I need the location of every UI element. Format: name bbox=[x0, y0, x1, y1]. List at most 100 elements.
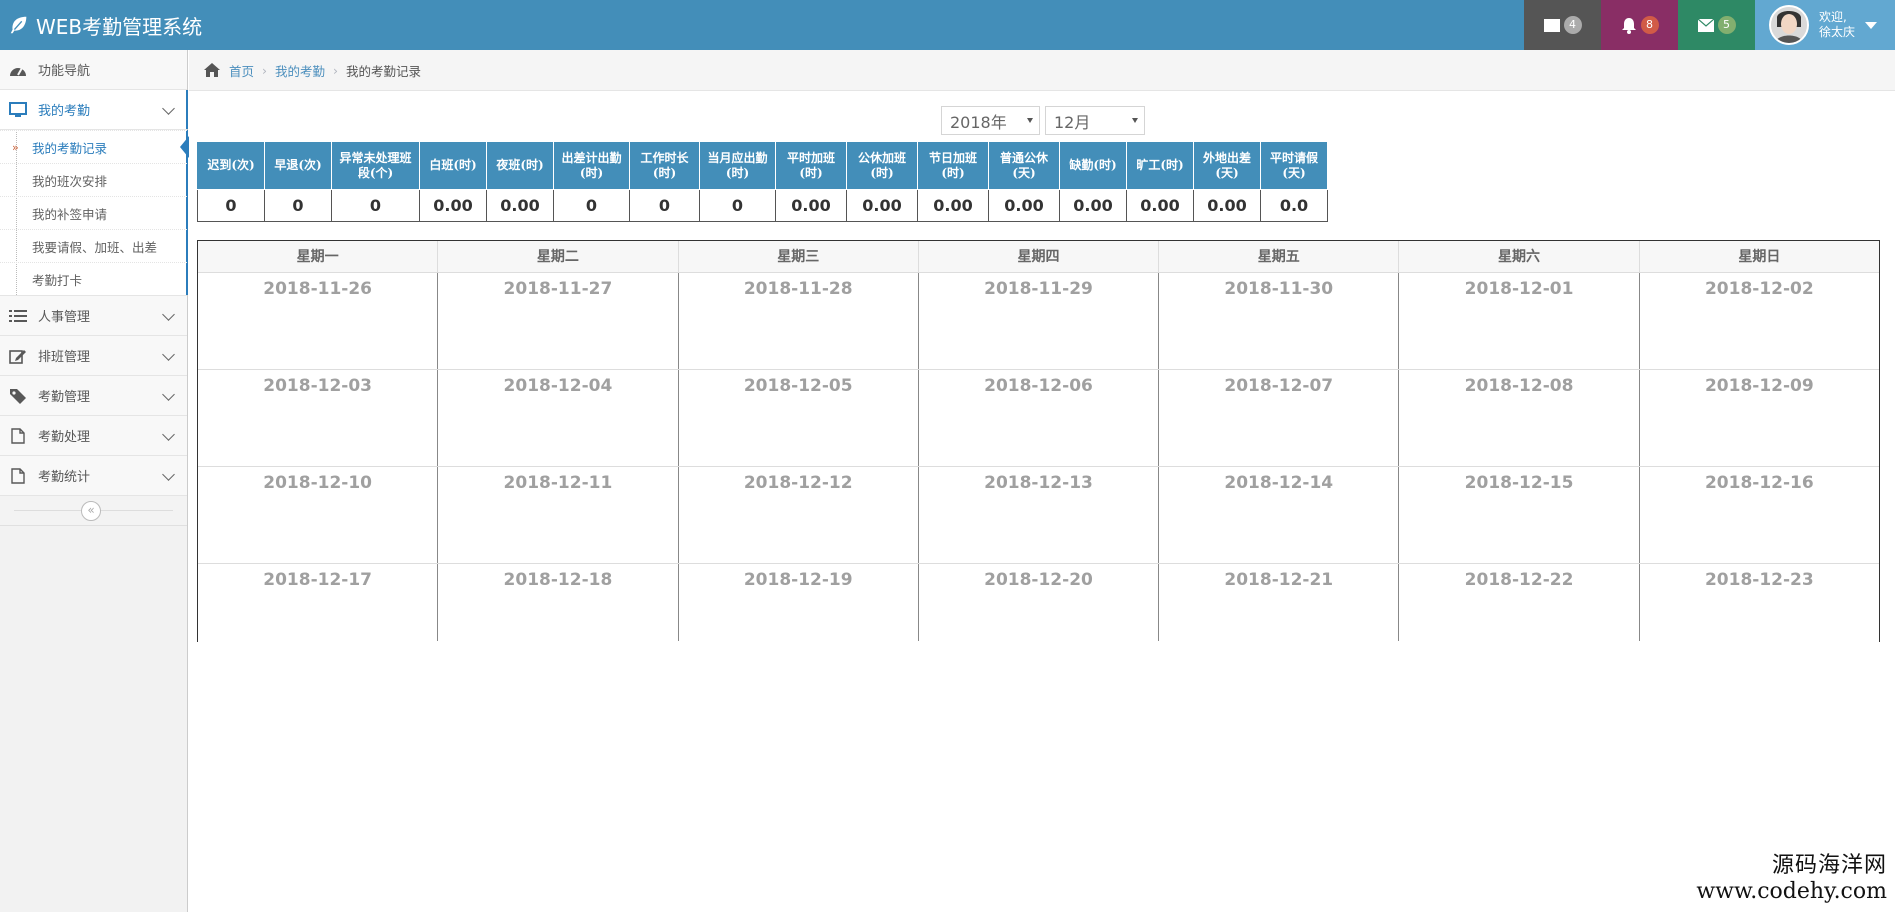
calendar-day-cell[interactable]: 2018-12-03 bbox=[198, 370, 439, 466]
calendar-week-row: 2018-12-03 2018-12-04 2018-12-05 2018-12… bbox=[198, 370, 1879, 467]
sidebar-collapse-row: « bbox=[0, 496, 187, 526]
submenu-item-attendance-record[interactable]: » 我的考勤记录 bbox=[0, 130, 189, 163]
calendar-day-cell[interactable]: 2018-12-06 bbox=[919, 370, 1160, 466]
stats-header: 节日加班(时) bbox=[917, 141, 989, 190]
calendar-day-cell[interactable]: 2018-12-17 bbox=[198, 564, 439, 641]
stats-header: 普通公休(天) bbox=[988, 141, 1060, 190]
weekday-header: 星期一 bbox=[198, 241, 439, 272]
calendar-day-cell[interactable]: 2018-12-16 bbox=[1640, 467, 1879, 563]
brand[interactable]: WEB考勤管理系统 bbox=[8, 8, 202, 42]
calendar-day-cell[interactable]: 2018-12-13 bbox=[919, 467, 1160, 563]
sidebar: 功能导航 我的考勤 » 我的考勤记录 我的班次安排 我的补签申请 我要请假、加班… bbox=[0, 50, 189, 912]
stats-header: 当月应出勤(时) bbox=[699, 141, 776, 190]
calendar-day-cell[interactable]: 2018-12-18 bbox=[438, 564, 679, 641]
breadcrumb-separator: › bbox=[333, 62, 339, 78]
user-info: 欢迎, 徐太庆 bbox=[1819, 10, 1855, 40]
calendar-day-cell[interactable]: 2018-12-11 bbox=[438, 467, 679, 563]
stats-header: 异常未处理班段(个) bbox=[331, 141, 420, 190]
sidebar-item-scheduling[interactable]: 排班管理 bbox=[0, 336, 187, 376]
calendar-day-cell[interactable]: 2018-12-20 bbox=[919, 564, 1160, 641]
weekday-header: 星期六 bbox=[1399, 241, 1640, 272]
calendar-day-cell[interactable]: 2018-11-28 bbox=[679, 273, 919, 369]
sidebar-item-label: 功能导航 bbox=[38, 64, 91, 79]
watermark-name: 源码海洋网 bbox=[1771, 853, 1887, 878]
calendar-day-cell[interactable]: 2018-12-15 bbox=[1399, 467, 1640, 563]
dropdown-arrow-icon bbox=[1027, 118, 1033, 123]
breadcrumb-section-link[interactable]: 我的考勤 bbox=[275, 61, 325, 80]
calendar-day-cell[interactable]: 2018-11-29 bbox=[919, 273, 1160, 369]
stats-value: 0 bbox=[629, 189, 700, 222]
calendar-day-cell[interactable]: 2018-12-10 bbox=[198, 467, 439, 563]
submenu-item-makeup-request[interactable]: 我的补签申请 bbox=[0, 196, 187, 229]
submenu-item-label: 考勤打卡 bbox=[32, 272, 83, 288]
calendar-day-cell[interactable]: 2018-11-26 bbox=[198, 273, 439, 369]
calendar-week-row: 2018-11-26 2018-11-27 2018-11-28 2018-11… bbox=[198, 273, 1879, 370]
calendar-day-cell[interactable]: 2018-12-14 bbox=[1159, 467, 1400, 563]
monitor-icon bbox=[8, 101, 28, 119]
stats-value: 0 bbox=[197, 189, 265, 222]
list-icon bbox=[8, 307, 28, 325]
stats-header-row: 迟到(次) 早退(次) 异常未处理班段(个) 白班(时) 夜班(时) 出差计出勤… bbox=[197, 141, 1328, 190]
calendar-day-cell[interactable]: 2018-12-22 bbox=[1399, 564, 1640, 641]
breadcrumb-home-link[interactable]: 首页 bbox=[229, 61, 254, 80]
calendar-header: 星期一 星期二 星期三 星期四 星期五 星期六 星期日 bbox=[198, 241, 1879, 273]
weekday-header: 星期三 bbox=[679, 241, 919, 272]
tasks-button[interactable]: 4 bbox=[1524, 0, 1601, 50]
breadcrumb-separator: › bbox=[262, 62, 268, 78]
caret-down-icon bbox=[1865, 21, 1878, 29]
home-icon[interactable] bbox=[203, 62, 221, 78]
stats-header: 夜班(时) bbox=[486, 141, 554, 190]
calendar-day-cell[interactable]: 2018-12-05 bbox=[679, 370, 919, 466]
submenu-item-label: 我要请假、加班、出差 bbox=[32, 239, 158, 255]
submenu-item-label: 我的补签申请 bbox=[32, 206, 108, 222]
notifications-button[interactable]: 8 bbox=[1601, 0, 1678, 50]
calendar-day-cell[interactable]: 2018-12-23 bbox=[1640, 564, 1879, 641]
calendar-day-cell[interactable]: 2018-11-27 bbox=[438, 273, 679, 369]
stats-value: 0.00 bbox=[1193, 189, 1261, 222]
sidebar-item-attendance-processing[interactable]: 考勤处理 bbox=[0, 416, 187, 456]
month-select[interactable]: 12月 bbox=[1045, 106, 1145, 135]
dropdown-arrow-icon bbox=[1132, 118, 1138, 123]
sidebar-item-label: 考勤处理 bbox=[38, 430, 91, 445]
sidebar-item-label: 人事管理 bbox=[38, 310, 91, 325]
calendar-day-cell[interactable]: 2018-12-07 bbox=[1159, 370, 1400, 466]
calendar-day-cell[interactable]: 2018-12-01 bbox=[1399, 273, 1640, 369]
mail-badge: 5 bbox=[1717, 16, 1736, 34]
year-select[interactable]: 2018年 bbox=[941, 106, 1040, 135]
user-name: 徐太庆 bbox=[1819, 25, 1856, 39]
calendar-day-cell[interactable]: 2018-12-19 bbox=[679, 564, 919, 641]
submenu-item-shift-schedule[interactable]: 我的班次安排 bbox=[0, 163, 187, 196]
calendar-day-cell[interactable]: 2018-12-04 bbox=[438, 370, 679, 466]
sidebar-item-my-attendance[interactable]: 我的考勤 bbox=[0, 90, 188, 130]
mail-button[interactable]: 5 bbox=[1678, 0, 1755, 50]
double-angle-right-icon: » bbox=[12, 140, 19, 154]
chevron-down-icon bbox=[162, 348, 175, 361]
weekday-header: 星期五 bbox=[1159, 241, 1400, 272]
stats-value: 0.00 bbox=[917, 189, 989, 222]
sidebar-item-hr[interactable]: 人事管理 bbox=[0, 296, 187, 336]
user-menu[interactable]: 欢迎, 徐太庆 bbox=[1755, 0, 1895, 50]
stats-value: 0 bbox=[699, 189, 776, 222]
calendar-day-cell[interactable]: 2018-12-21 bbox=[1159, 564, 1400, 641]
double-angle-left-icon[interactable]: « bbox=[81, 501, 101, 521]
calendar-day-cell[interactable]: 2018-11-30 bbox=[1159, 273, 1400, 369]
submenu-item-clock-in[interactable]: 考勤打卡 bbox=[0, 262, 187, 295]
year-select-value: 2018年 bbox=[950, 112, 1007, 132]
app-title: WEB考勤管理系统 bbox=[36, 14, 203, 39]
attendance-calendar: 星期一 星期二 星期三 星期四 星期五 星期六 星期日 2018-11-26 2… bbox=[197, 240, 1880, 642]
month-select-value: 12月 bbox=[1054, 112, 1091, 132]
stats-value: 0.00 bbox=[486, 189, 554, 222]
stats-value: 0.00 bbox=[988, 189, 1060, 222]
submenu-item-leave-request[interactable]: 我要请假、加班、出差 bbox=[0, 229, 187, 262]
chevron-down-icon bbox=[162, 102, 175, 115]
sidebar-item-label: 考勤统计 bbox=[38, 470, 91, 485]
calendar-day-cell[interactable]: 2018-12-09 bbox=[1640, 370, 1879, 466]
sidebar-item-attendance-stats[interactable]: 考勤统计 bbox=[0, 456, 187, 496]
calendar-day-cell[interactable]: 2018-12-12 bbox=[679, 467, 919, 563]
active-indicator bbox=[186, 90, 188, 129]
tasks-badge: 4 bbox=[1563, 16, 1582, 34]
calendar-day-cell[interactable]: 2018-12-08 bbox=[1399, 370, 1640, 466]
sidebar-item-attendance-mgmt[interactable]: 考勤管理 bbox=[0, 376, 187, 416]
sidebar-item-nav[interactable]: 功能导航 bbox=[0, 50, 187, 90]
calendar-day-cell[interactable]: 2018-12-02 bbox=[1640, 273, 1879, 369]
